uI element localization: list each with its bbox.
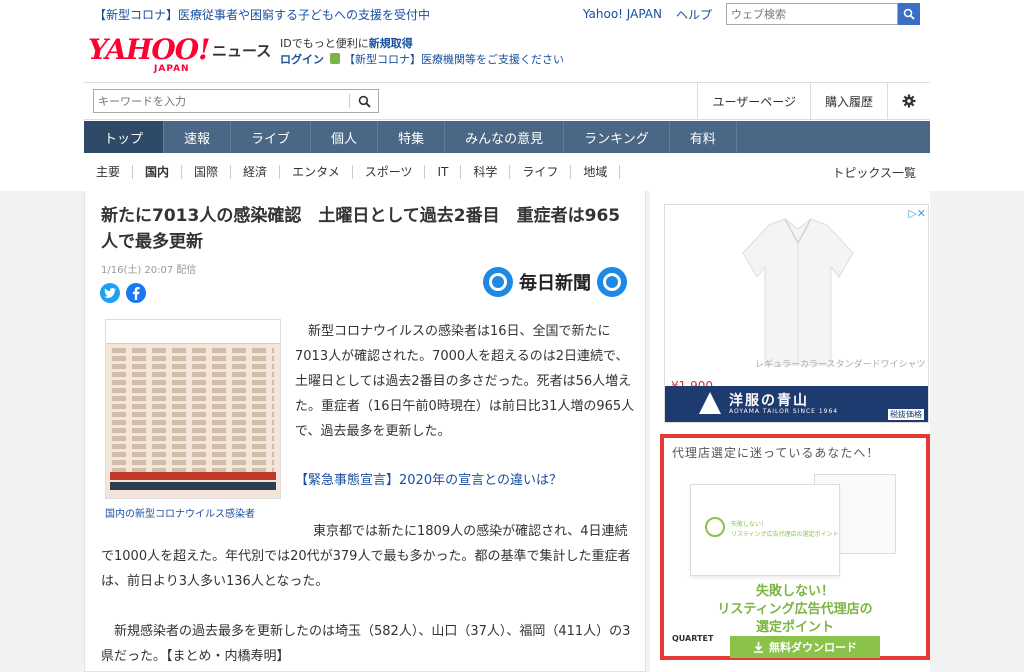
user-page-button[interactable]: ユーザーページ <box>697 83 810 119</box>
ad-doc-line2: リスティング広告代理店の選定ポイント <box>731 531 839 538</box>
article-headline: 新たに7013人の感染確認 土曜日として過去2番目 重症者は965人で最多更新 <box>101 206 621 252</box>
gear-icon <box>902 94 916 108</box>
download-icon <box>754 641 763 653</box>
category-main[interactable]: 主要 <box>84 165 134 179</box>
web-search-input[interactable] <box>726 3 898 25</box>
ad-main-line2: リスティング広告代理店の <box>717 602 873 617</box>
publisher-name: 毎日新聞 <box>519 273 591 294</box>
yahoo-logo[interactable]: YAHOO! JAPAN <box>88 33 210 76</box>
search-icon <box>903 8 915 20</box>
article-image[interactable] <box>105 319 281 499</box>
signup-link[interactable]: 新規取得 <box>369 37 413 50</box>
keyword-search-button[interactable] <box>350 90 378 112</box>
category-domestic[interactable]: 国内 <box>133 165 183 179</box>
main-nav-top[interactable]: トップ <box>84 121 165 153</box>
help-link[interactable]: ヘルプ <box>676 6 712 23</box>
brand-subtitle: AOYAMA TAILOR SINCE 1964 <box>729 408 839 415</box>
covid-news-link[interactable]: 【新型コロナ】医療従事者や困窮する子どもへの支援を受付中 <box>94 6 430 23</box>
twitter-share-button[interactable] <box>100 283 120 303</box>
logo-japan: JAPAN <box>154 64 190 74</box>
image-caption[interactable]: 国内の新型コロナウイルス感染者 <box>105 505 255 520</box>
shirt-ad[interactable]: ▷✕ レギュラーカラースタンダードワイシャツ ¥1,900 洋服の青山 AOYA… <box>664 204 929 423</box>
main-nav-feature[interactable]: 特集 <box>378 121 446 153</box>
yahoo-japan-link[interactable]: Yahoo! JAPAN <box>583 7 662 21</box>
ad-document: 失敗しない！ リスティング広告代理店の選定ポイント <box>690 484 840 576</box>
image-footer <box>110 472 276 492</box>
category-life[interactable]: ライフ <box>510 165 572 179</box>
twitter-icon <box>104 288 116 298</box>
topics-list-link[interactable]: トピックス一覧 <box>832 164 916 181</box>
adchoices-icon[interactable]: ▷✕ <box>908 207 926 220</box>
article-paragraph: 新型コロナウイルスの感染者は16日、全国で新たに7013人が確認された。7000… <box>295 324 635 439</box>
category-entertainment[interactable]: エンタメ <box>280 165 353 179</box>
category-nav: 主要 国内 国際 経済 エンタメ スポーツ IT 科学 ライフ 地域 トピックス… <box>84 154 930 190</box>
tax-tag: 税抜価格 <box>888 409 924 420</box>
download-label: 無料ダウンロード <box>769 641 857 654</box>
publisher-emblem-icon <box>483 267 513 297</box>
shirt-image <box>742 218 854 366</box>
top-bar-right: Yahoo! JAPAN ヘルプ <box>583 3 930 25</box>
ad-company: QUARTET <box>672 634 714 643</box>
keyword-search-input[interactable] <box>94 90 349 112</box>
search-icon <box>358 95 371 108</box>
category-it[interactable]: IT <box>425 165 462 179</box>
id-promo: IDでもっと便利に新規取得 ログイン 【新型コロナ】医療機関等をご支援ください <box>280 36 564 68</box>
main-nav-individual[interactable]: 個人 <box>311 121 379 153</box>
category-local[interactable]: 地域 <box>571 165 621 179</box>
top-bar: 【新型コロナ】医療従事者や困窮する子どもへの支援を受付中 Yahoo! JAPA… <box>84 0 930 28</box>
image-header <box>106 320 280 344</box>
article: 新たに7013人の感染確認 土曜日として過去2番目 重症者は965人で最多更新 … <box>84 191 646 672</box>
user-links: ユーザーページ 購入履歴 <box>697 83 930 119</box>
ad-doc-line1: 失敗しない！ <box>731 521 768 528</box>
ad-main-line1: 失敗しない！ <box>755 584 834 599</box>
product-name: レギュラーカラースタンダードワイシャツ <box>755 360 926 370</box>
main-nav-opinions[interactable]: みんなの意見 <box>445 121 565 153</box>
publisher-logo[interactable]: 毎日新聞 <box>483 267 627 297</box>
covid-support-link[interactable]: 【新型コロナ】医療機関等をご支援ください <box>344 53 564 66</box>
id-promo-prefix: IDでもっと便利に <box>280 37 369 50</box>
article-paragraph: 東京都では新たに1809人の感染が確認され、4日連続で1000人を超えた。年代別… <box>101 524 631 589</box>
web-search-button[interactable] <box>898 3 920 25</box>
header: YAHOO! JAPAN ニュース IDでもっと便利に新規取得 ログイン 【新型コ… <box>84 28 930 80</box>
check-icon <box>705 517 725 537</box>
facebook-share-button[interactable] <box>126 283 146 303</box>
brand-name: 洋服の青山 <box>729 393 809 409</box>
logo-text: YAHOO! <box>88 33 210 66</box>
news-label[interactable]: ニュース <box>212 40 271 61</box>
article-paragraph: 新規感染者の過去最多を更新したのは埼玉（582人）、山口（37人）、福岡（411… <box>101 624 631 664</box>
login-link[interactable]: ログイン <box>280 53 324 66</box>
category-science[interactable]: 科学 <box>461 165 511 179</box>
main-nav: トップ 速報 ライブ 個人 特集 みんなの意見 ランキング 有料 <box>84 121 930 153</box>
share-buttons <box>100 283 146 303</box>
ad-headline: 代理店選定に迷っているあなたへ！ <box>672 446 880 460</box>
publish-date: 1/16(土) 20:07 配信 <box>101 265 197 276</box>
publisher-emblem-icon <box>597 267 627 297</box>
category-economy[interactable]: 経済 <box>231 165 281 179</box>
lock-icon <box>330 53 340 64</box>
sidebar: ▷✕ レギュラーカラースタンダードワイシャツ ¥1,900 洋服の青山 AOYA… <box>650 191 930 672</box>
keyword-search <box>93 89 379 113</box>
brand-band: 洋服の青山 AOYAMA TAILOR SINCE 1964 税抜価格 <box>665 386 928 422</box>
main-nav-paid[interactable]: 有料 <box>670 121 737 153</box>
download-button[interactable]: 無料ダウンロード <box>730 636 880 658</box>
ad-main-line3: 選定ポイント <box>755 620 834 635</box>
category-sports[interactable]: スポーツ <box>353 165 426 179</box>
search-row: ユーザーページ 購入履歴 <box>84 82 930 120</box>
settings-button[interactable] <box>887 83 930 119</box>
category-international[interactable]: 国際 <box>182 165 232 179</box>
main-nav-live[interactable]: ライブ <box>231 121 312 153</box>
main-nav-ranking[interactable]: ランキング <box>564 121 670 153</box>
related-article-link[interactable]: 【緊急事態宣言】2020年の宣言との違いは？ <box>295 469 562 488</box>
web-search <box>726 3 920 25</box>
agency-ad[interactable]: 代理店選定に迷っているあなたへ！ 失敗しない！ リスティング広告代理店の選定ポイ… <box>660 434 930 660</box>
image-table <box>106 344 280 480</box>
brand-logo-icon <box>699 392 721 414</box>
main-nav-breaking[interactable]: 速報 <box>164 121 232 153</box>
facebook-icon <box>132 286 140 300</box>
purchase-history-button[interactable]: 購入履歴 <box>809 83 887 119</box>
